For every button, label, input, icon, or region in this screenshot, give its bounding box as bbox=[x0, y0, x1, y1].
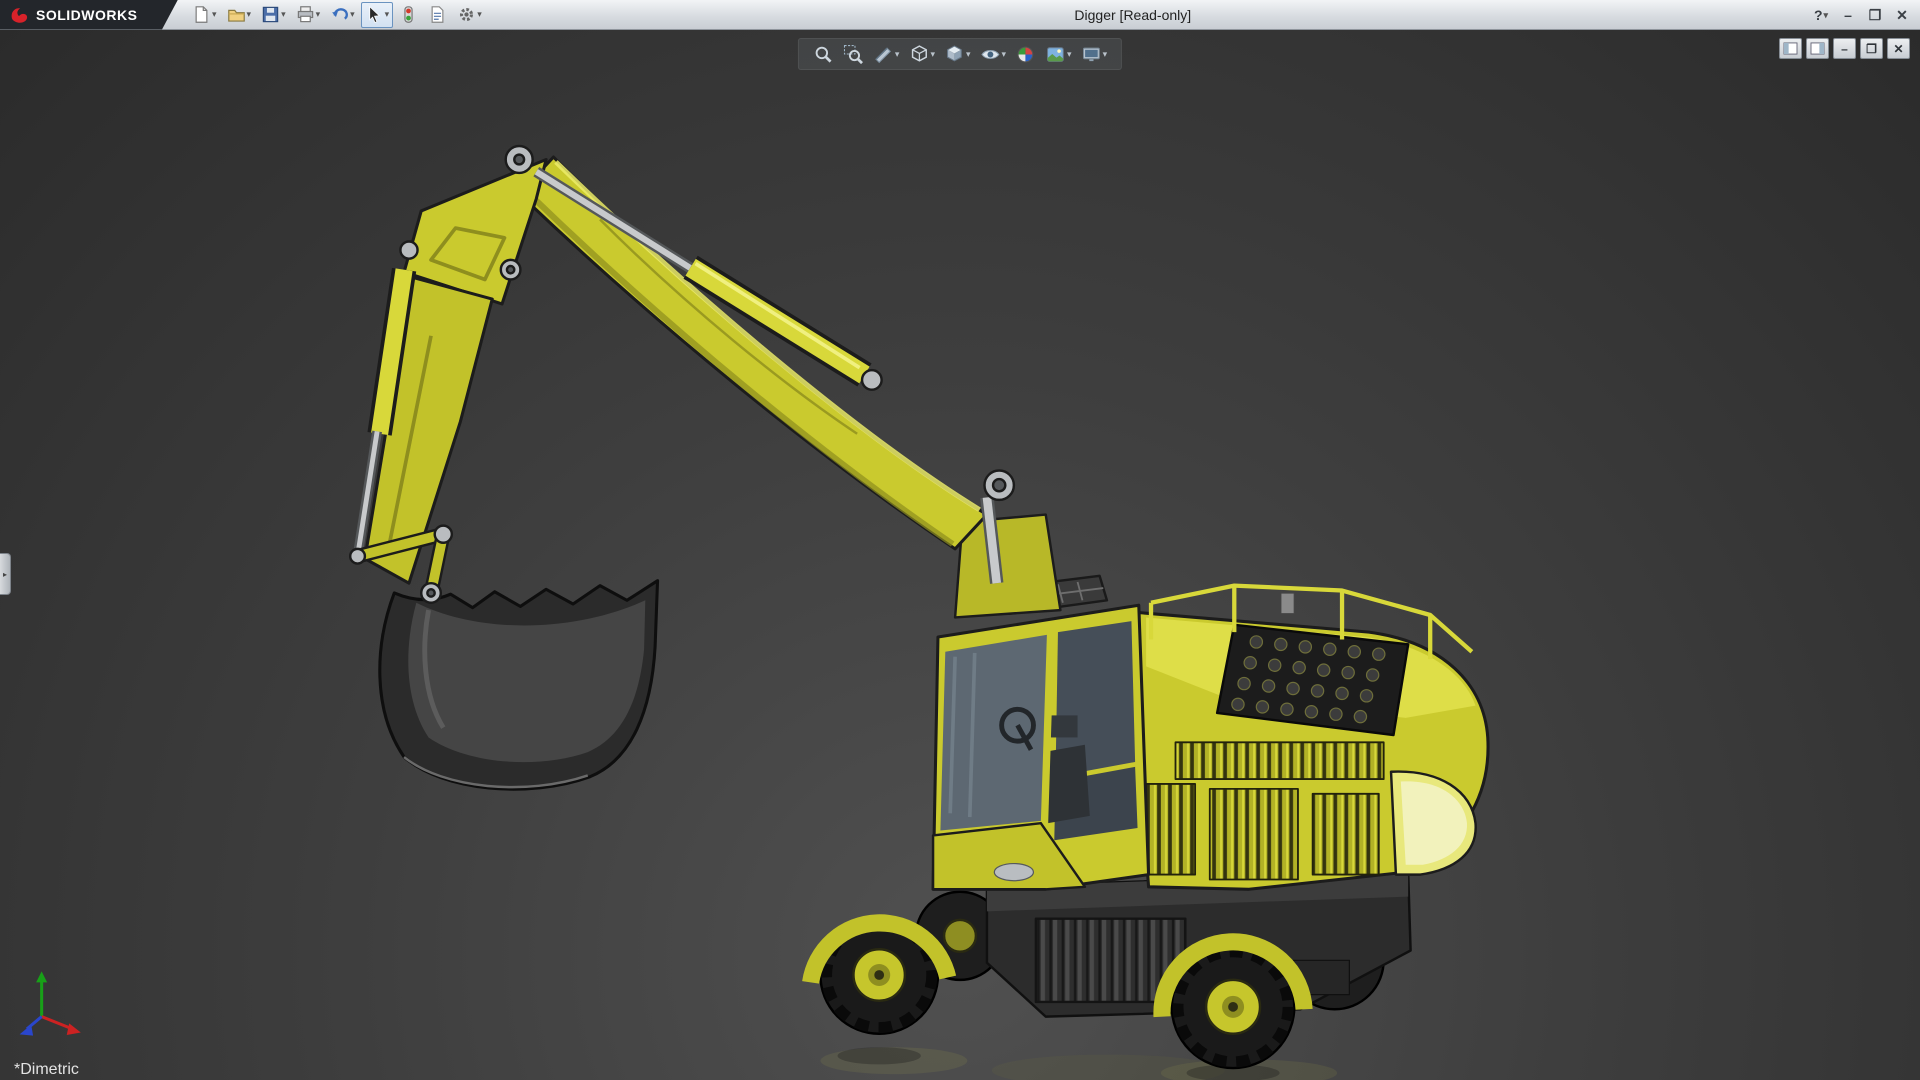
close-button[interactable]: ✕ bbox=[1890, 4, 1914, 26]
view-orientation-button[interactable]: ▾ bbox=[906, 44, 937, 65]
zoom-to-area-icon bbox=[843, 44, 864, 65]
orientation-label: *Dimetric bbox=[14, 1061, 79, 1078]
featuremanager-flyout-tab[interactable]: ▸ bbox=[0, 553, 11, 595]
dropdown-caret-icon: ▾ bbox=[384, 9, 390, 19]
doc-close-button[interactable]: ✕ bbox=[1887, 38, 1910, 59]
save-icon bbox=[261, 5, 280, 24]
file-properties-icon bbox=[428, 5, 447, 24]
zoom-to-fit-icon bbox=[813, 44, 834, 65]
save-button[interactable]: ▾ bbox=[257, 2, 290, 28]
maximize-button[interactable]: ❐ bbox=[1863, 4, 1887, 26]
dropdown-caret-icon: ▾ bbox=[894, 48, 900, 59]
brand-text: SOLIDWORKS bbox=[36, 6, 138, 23]
maximize-glyph: ❐ bbox=[1868, 6, 1882, 23]
zoom-to-area-button[interactable] bbox=[841, 44, 866, 65]
excavator-model[interactable] bbox=[19, 144, 1490, 1080]
dropdown-caret-icon: ▾ bbox=[1102, 48, 1108, 59]
model-canvas[interactable] bbox=[0, 30, 1920, 1080]
view-settings-button[interactable]: ▾ bbox=[1079, 44, 1110, 65]
zoom-to-fit-button[interactable] bbox=[811, 44, 836, 65]
title-bar: SOLIDWORKS ▾ ▾ ▾ ▾ ▾ ▾ ▾ Digger [Read-only] ? ▾… bbox=[0, 0, 1920, 30]
close-glyph: ✕ bbox=[1896, 6, 1908, 23]
undo-button[interactable]: ▾ bbox=[326, 2, 359, 28]
dropdown-caret-icon: ▾ bbox=[315, 9, 321, 19]
dropdown-caret-icon: ▾ bbox=[1067, 48, 1072, 59]
pane-right-button[interactable] bbox=[1806, 38, 1829, 59]
pane-right-icon bbox=[1810, 42, 1825, 55]
dropdown-caret-icon: ▾ bbox=[930, 48, 935, 59]
undo-icon bbox=[330, 5, 349, 24]
bucket[interactable] bbox=[378, 579, 660, 791]
hide-show-items-icon bbox=[980, 44, 1001, 65]
doc-restore-glyph: ❐ bbox=[1866, 41, 1877, 56]
dropdown-caret-icon: ▾ bbox=[350, 9, 355, 19]
boom-arm[interactable] bbox=[517, 155, 989, 551]
doc-minimize-button[interactable]: – bbox=[1833, 38, 1856, 59]
window-controls: ? ▾ – ❐ ✕ bbox=[1809, 0, 1914, 30]
doc-minimize-glyph: – bbox=[1841, 41, 1848, 56]
edit-appearance-button[interactable] bbox=[1013, 44, 1038, 65]
new-document-icon bbox=[192, 5, 211, 24]
options-button[interactable]: ▾ bbox=[453, 2, 486, 28]
exhaust-stub bbox=[1280, 592, 1295, 615]
dropdown-caret-icon: ▾ bbox=[1001, 48, 1007, 59]
display-style-icon bbox=[944, 44, 965, 65]
new-document-button[interactable]: ▾ bbox=[188, 2, 221, 28]
section-view-button[interactable]: ▾ bbox=[871, 44, 902, 65]
print-button[interactable]: ▾ bbox=[292, 2, 325, 28]
open-icon bbox=[227, 5, 246, 24]
rebuild-icon bbox=[399, 5, 418, 24]
select-icon bbox=[365, 5, 384, 24]
view-settings-icon bbox=[1081, 44, 1102, 65]
select-button[interactable]: ▾ bbox=[360, 1, 394, 28]
help-button[interactable]: ? ▾ bbox=[1809, 4, 1833, 26]
cab[interactable] bbox=[931, 574, 1151, 891]
pane-left-button[interactable] bbox=[1779, 38, 1802, 59]
orientation-triad[interactable] bbox=[19, 971, 81, 1036]
doc-restore-button[interactable]: ❐ bbox=[1860, 38, 1883, 59]
apply-scene-icon bbox=[1045, 44, 1066, 65]
hide-show-items-button[interactable]: ▾ bbox=[978, 44, 1009, 65]
options-icon bbox=[457, 5, 476, 24]
heads-up-view-toolbar: ▾ ▾ ▾ ▾ ▾ ▾ bbox=[797, 38, 1123, 70]
minimize-button[interactable]: – bbox=[1836, 4, 1860, 26]
doc-close-glyph: ✕ bbox=[1893, 41, 1904, 56]
print-icon bbox=[296, 5, 315, 24]
engine-deck[interactable] bbox=[1103, 583, 1490, 891]
file-properties-button[interactable] bbox=[424, 2, 451, 28]
dropdown-caret-icon: ▾ bbox=[246, 9, 252, 19]
window-title: Digger [Read-only] bbox=[1074, 7, 1192, 23]
minimize-glyph: – bbox=[1844, 7, 1852, 23]
edit-appearance-icon bbox=[1015, 44, 1036, 65]
solidworks-logo: SOLIDWORKS bbox=[0, 0, 178, 30]
dropdown-caret-icon: ▾ bbox=[477, 9, 482, 19]
open-button[interactable]: ▾ bbox=[223, 2, 256, 28]
main-toolbar: ▾ ▾ ▾ ▾ ▾ ▾ ▾ bbox=[188, 1, 486, 28]
view-orientation-icon bbox=[908, 44, 929, 65]
rebuild-button[interactable] bbox=[395, 2, 422, 28]
dropdown-caret-icon: ▾ bbox=[281, 9, 286, 19]
section-view-icon bbox=[873, 44, 894, 65]
help-glyph: ? bbox=[1813, 7, 1823, 23]
dropdown-caret-icon: ▾ bbox=[1823, 9, 1829, 20]
document-window-controls: – ❐ ✕ bbox=[1779, 38, 1910, 59]
dassault-systemes-logo-icon bbox=[11, 7, 28, 23]
graphics-area[interactable]: ▾ ▾ ▾ ▾ ▾ ▾ – ❐ ✕ ▸ *Dimetric bbox=[0, 30, 1920, 1080]
dropdown-caret-icon: ▾ bbox=[965, 48, 971, 59]
pane-left-icon bbox=[1783, 42, 1798, 55]
dropdown-caret-icon: ▾ bbox=[212, 9, 217, 19]
display-style-button[interactable]: ▾ bbox=[942, 44, 973, 65]
apply-scene-button[interactable]: ▾ bbox=[1043, 44, 1074, 65]
front-panel-detail bbox=[993, 862, 1035, 882]
